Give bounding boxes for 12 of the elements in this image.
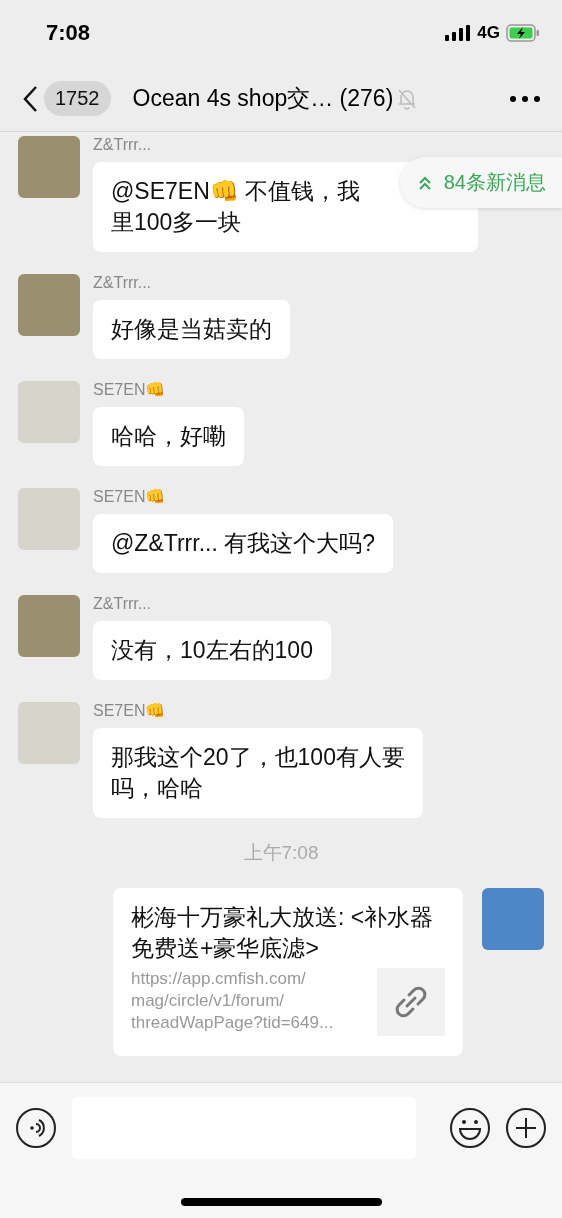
sender-name: SE7EN👊 [93, 702, 166, 720]
network-label: 4G [477, 23, 500, 43]
sender-name: SE7EN👊 [93, 488, 166, 506]
sender-name: Z&Trrr... [93, 136, 152, 154]
link-title: 彬海十万豪礼大放送: <补水器免费送+豪华底滤> [131, 903, 435, 963]
chat-title: Ocean 4s shop交… (276) [132, 84, 394, 113]
sender-name: SE7EN👊 [93, 381, 166, 399]
clock-time: 7:08 [46, 20, 92, 46]
sender-name: Z&Trrr... [93, 274, 152, 292]
sender-name: Z&Trrr... [93, 595, 152, 613]
link-url: https://app.cmfish.com/ mag/circle/v1/forum/ threadWapPage?tid=649... [131, 968, 335, 1034]
timestamp: 上午7:08 [242, 841, 320, 865]
